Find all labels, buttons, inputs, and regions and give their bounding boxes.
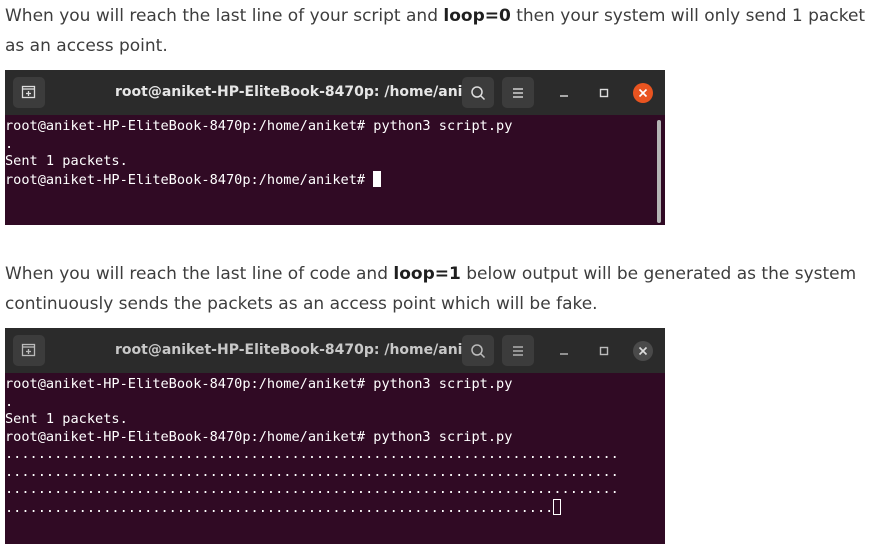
- window-title: root@aniket-HP-EliteBook-8470p: /home/an…: [115, 342, 488, 358]
- terminal-line: ........................................…: [5, 481, 619, 497]
- close-button[interactable]: [633, 83, 653, 103]
- new-tab-button[interactable]: [13, 77, 45, 108]
- terminal-line: root@aniket-HP-EliteBook-8470p:/home/ani…: [5, 118, 513, 134]
- terminal-titlebar: root@aniket-HP-EliteBook-8470p: /home/an…: [5, 70, 665, 115]
- terminal-prompt: root@aniket-HP-EliteBook-8470p:/home/ani…: [5, 171, 374, 188]
- terminal-output[interactable]: root@aniket-HP-EliteBook-8470p:/home/ani…: [5, 118, 657, 188]
- terminal-titlebar: root@aniket-HP-EliteBook-8470p: /home/an…: [5, 328, 665, 373]
- minimize-icon: [560, 95, 568, 97]
- terminal-line: .: [5, 135, 14, 152]
- terminal-line: .: [5, 393, 14, 410]
- close-icon: [638, 88, 648, 98]
- terminal-window: root@aniket-HP-EliteBook-8470p: /home/an…: [5, 328, 665, 544]
- terminal-line: ........................................…: [5, 446, 619, 462]
- text-cursor: [553, 498, 562, 515]
- new-tab-button[interactable]: [13, 335, 45, 366]
- minimize-icon: [560, 353, 568, 355]
- paragraph-text: When you will reach the last line of cod…: [5, 264, 394, 284]
- paragraph-loop0: When you will reach the last line of you…: [5, 1, 875, 61]
- maximize-button[interactable]: [594, 341, 614, 361]
- terminal-window: root@aniket-HP-EliteBook-8470p: /home/an…: [5, 70, 665, 225]
- paragraph-loop1: When you will reach the last line of cod…: [5, 259, 875, 319]
- code-keyword: loop=0: [443, 6, 511, 26]
- text-cursor: [373, 170, 382, 187]
- terminal-line: Sent 1 packets.: [5, 153, 128, 169]
- new-tab-icon: [21, 343, 36, 357]
- close-button[interactable]: [633, 341, 653, 361]
- minimize-button[interactable]: [554, 341, 574, 361]
- close-icon: [638, 346, 648, 356]
- terminal-line: ........................................…: [5, 499, 554, 516]
- hamburger-menu-icon: [513, 346, 523, 356]
- maximize-button[interactable]: [594, 83, 614, 103]
- search-icon: [471, 344, 486, 359]
- terminal-prompt-line: root@aniket-HP-EliteBook-8470p:/home/ani…: [5, 170, 657, 189]
- minimize-button[interactable]: [554, 83, 574, 103]
- window-title: root@aniket-HP-EliteBook-8470p: /home/an…: [115, 84, 488, 100]
- search-button[interactable]: [462, 335, 494, 366]
- menu-button[interactable]: [502, 335, 534, 366]
- hamburger-menu-icon: [513, 88, 523, 98]
- terminal-cursor-line: ........................................…: [5, 498, 657, 517]
- paragraph-text: When you will reach the last line of you…: [5, 6, 444, 26]
- maximize-icon: [599, 346, 609, 356]
- terminal-line: Sent 1 packets.: [5, 411, 128, 427]
- menu-button[interactable]: [502, 77, 534, 108]
- code-keyword: loop=1: [393, 264, 461, 284]
- search-button[interactable]: [462, 77, 494, 108]
- maximize-icon: [599, 88, 609, 98]
- terminal-output[interactable]: root@aniket-HP-EliteBook-8470p:/home/ani…: [5, 376, 657, 516]
- scrollbar[interactable]: [657, 120, 661, 223]
- terminal-line: ........................................…: [5, 463, 619, 480]
- new-tab-icon: [21, 85, 36, 99]
- search-icon: [471, 86, 486, 101]
- terminal-line: root@aniket-HP-EliteBook-8470p:/home/ani…: [5, 428, 513, 445]
- terminal-line: root@aniket-HP-EliteBook-8470p:/home/ani…: [5, 376, 513, 392]
